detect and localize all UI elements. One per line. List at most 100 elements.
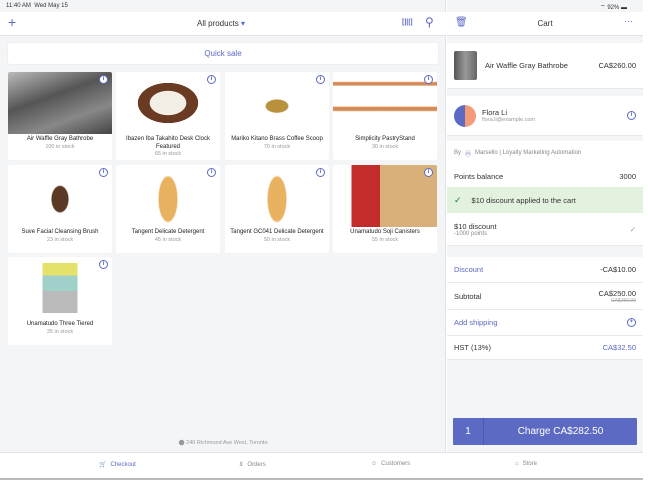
customer-email: flora.li@example.com — [482, 117, 535, 123]
product-stock: 45 in stock — [154, 236, 182, 243]
item-name: Air Waffle Gray Bathrobe — [485, 61, 568, 70]
tab-orders[interactable]: ⊻ Orders — [239, 461, 266, 469]
info-icon[interactable]: i — [627, 111, 636, 120]
product-label: Simplicity PastryStand 30 in stock — [335, 136, 435, 151]
status-battery: ⌔ 92% ▬ — [600, 5, 627, 11]
customer-avatar — [454, 104, 476, 127]
location-pin-icon: ⬤ — [178, 440, 185, 446]
product-card[interactable]: i Unamatudo Three Tiered 35 in stock — [8, 257, 112, 345]
info-icon[interactable]: i — [99, 168, 108, 177]
barcode-scan-icon[interactable]: [|||] — [402, 19, 413, 26]
product-label: Tangent GC041 Delicate Detergent 50 in st… — [227, 229, 327, 244]
store-location: ⬤ 240 Richmond Ave West, Toronto — [178, 440, 268, 446]
check-circle-icon: ✓ — [454, 194, 462, 205]
product-name: Unamatudo Soji Canisters — [350, 229, 420, 235]
product-label: Unamatudo Soji Canisters 55 in stock — [335, 229, 435, 244]
product-name: Mariko Kitano Brass Coffee Scoop — [231, 136, 323, 142]
product-name: Tangent GC041 Delicate Detergent — [230, 229, 324, 235]
product-label: Tangent Delicate Detergent 45 in stock — [118, 229, 218, 244]
item-price: CA$260.00 — [598, 61, 636, 70]
status-time: 11:40 AM Wed May 15 — [6, 3, 68, 9]
reward-option[interactable]: $10 discount -1000 points ✓ — [447, 213, 643, 246]
search-icon[interactable]: ⚲ — [425, 15, 434, 29]
product-card[interactable]: i Ibazen Iba Takahito Desk Clock Featured… — [116, 72, 220, 160]
product-label: Unamatudo Three Tiered 35 in stock — [10, 321, 110, 336]
product-name: Suve Facial Cleansing Brush — [21, 229, 99, 235]
product-card[interactable]: i Mariko Kitano Brass Coffee Scoop 70 in s… — [225, 72, 329, 160]
cart-title: Cart — [537, 19, 553, 28]
cart-header: 🗑 Cart ··· — [447, 12, 643, 36]
product-card[interactable]: i Suve Facial Cleansing Brush 23 in stock — [8, 165, 112, 253]
info-icon[interactable]: i — [424, 168, 433, 177]
tax-line: HST (13%) CA$32.50 — [447, 336, 643, 360]
cart-icon: 🛒 — [99, 462, 107, 468]
info-icon[interactable]: i — [207, 75, 216, 84]
caret-down-icon: ▾ — [241, 19, 246, 28]
info-icon[interactable]: i — [316, 75, 325, 84]
product-image — [8, 165, 112, 227]
points-balance: Points balance 3000 — [447, 165, 643, 187]
product-stock: 70 in stock — [263, 143, 291, 150]
subtotal-line: Subtotal CA$250.00 CA$260.00 — [447, 283, 643, 310]
add-icon[interactable]: + — [8, 14, 16, 30]
product-name: Unamatudo Three Tiered — [26, 321, 94, 327]
add-shipping-button[interactable]: Add shipping + — [447, 310, 643, 336]
product-card[interactable]: i Simplicity PastryStand 30 in stock — [333, 72, 437, 160]
discount-applied-banner: ✓ $10 discount applied to the cart — [447, 187, 643, 213]
more-icon[interactable]: ··· — [624, 16, 633, 26]
product-label: Air Waffle Gray Bathrobe 100 in stock — [10, 136, 110, 151]
product-stock: 65 in stock — [154, 151, 182, 157]
product-card[interactable]: i Tangent Delicate Detergent 45 in stock — [116, 165, 220, 253]
product-name: Ibazen Iba Takahito Desk Clock Featured — [126, 136, 210, 150]
info-icon[interactable]: i — [424, 75, 433, 84]
info-icon[interactable]: i — [99, 75, 108, 84]
product-stock: 30 in stock — [371, 143, 399, 150]
product-card[interactable]: i Air Waffle Gray Bathrobe 100 in stock — [8, 72, 112, 160]
product-name: Simplicity PastryStand — [355, 136, 415, 142]
product-stock: 100 in stock — [45, 143, 75, 150]
tab-customers[interactable]: ☺ Customers — [371, 461, 410, 467]
tab-store[interactable]: ⌂ Store — [515, 461, 537, 467]
customer-card[interactable]: Flora Li flora.li@example.com i — [447, 96, 643, 136]
bottom-tab-bar: 🛒 Checkout ⊻ Orders ☺ Customers ⌂ Store — [0, 452, 643, 480]
marsello-logo-icon: ⓜ — [465, 151, 472, 158]
tab-checkout[interactable]: 🛒 Checkout — [99, 461, 136, 469]
orders-icon: ⊻ — [239, 462, 244, 468]
product-stock: 55 in stock — [371, 236, 399, 243]
quick-sale-button[interactable]: Quick sale — [8, 43, 438, 64]
info-icon[interactable]: i — [99, 260, 108, 269]
item-thumbnail — [454, 51, 477, 80]
product-image — [225, 72, 329, 134]
products-toolbar: + All products ▾ [|||] ⚲ — [0, 12, 446, 36]
product-label: Suve Facial Cleansing Brush 23 in stock — [10, 229, 110, 244]
product-name: Tangent Delicate Detergent — [131, 229, 205, 235]
customer-icon: ☺ — [371, 461, 378, 467]
product-stock: 23 in stock — [46, 236, 74, 243]
product-image — [8, 72, 112, 134]
product-label: Mariko Kitano Brass Coffee Scoop 70 in st… — [227, 136, 327, 151]
app-attribution: By ⓜ Marsello | Loyalty Marketing Automati… — [447, 141, 643, 165]
customer-name: Flora Li — [482, 108, 508, 117]
product-card[interactable]: i Unamatudo Soji Canisters 55 in stock — [333, 165, 437, 253]
charge-label: Charge CA$282.50 — [517, 426, 604, 437]
product-image — [8, 257, 112, 319]
check-icon: ✓ — [629, 224, 636, 234]
plus-circle-icon: + — [627, 318, 636, 327]
product-filter-dropdown[interactable]: All products ▾ — [197, 19, 245, 28]
product-image — [116, 165, 220, 227]
product-label: Ibazen Iba Takahito Desk Clock Featured 6… — [118, 136, 218, 159]
product-image — [225, 165, 329, 227]
cart-line-item[interactable]: Air Waffle Gray Bathrobe CA$260.00 — [447, 43, 643, 89]
info-icon[interactable]: i — [207, 168, 216, 177]
product-stock: 50 in stock — [263, 236, 291, 243]
product-image — [333, 165, 437, 227]
store-icon: ⌂ — [515, 461, 519, 467]
discount-line[interactable]: Discount -CA$10.00 — [447, 257, 643, 283]
info-icon[interactable]: i — [316, 168, 325, 177]
product-card[interactable]: i Tangent GC041 Delicate Detergent 50 in s… — [225, 165, 329, 253]
item-count: 1 — [453, 418, 484, 445]
product-name: Air Waffle Gray Bathrobe — [26, 136, 94, 142]
product-stock: 35 in stock — [46, 328, 74, 335]
product-image — [116, 72, 220, 134]
charge-button[interactable]: 1 Charge CA$282.50 — [453, 418, 637, 445]
